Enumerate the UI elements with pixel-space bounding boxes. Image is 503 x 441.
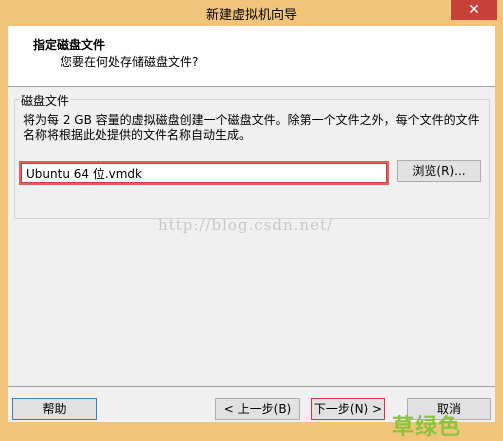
group-label: 磁盘文件: [19, 92, 72, 109]
wizard-body: 指定磁盘文件 您要在何处存储磁盘文件? 磁盘文件 将为每 2 GB 容量的虚拟磁…: [8, 26, 495, 440]
title-bar: 新建虚拟机向导 ✕: [0, 0, 503, 26]
disk-file-group: 磁盘文件 将为每 2 GB 容量的虚拟磁盘创建一个磁盘文件。除第一个文件之外，每…: [14, 92, 490, 219]
window-title: 新建虚拟机向导: [205, 8, 297, 23]
help-button[interactable]: 帮助: [12, 398, 97, 420]
new-vm-wizard-window: 新建虚拟机向导 ✕ 指定磁盘文件 您要在何处存储磁盘文件? 磁盘文件 将为每 2…: [0, 0, 503, 440]
page-subtitle: 您要在何处存储磁盘文件?: [60, 55, 199, 69]
watermark-text: http://blog.csdn.net/: [158, 216, 334, 234]
browse-button[interactable]: 浏览(R)...: [397, 160, 481, 182]
next-button[interactable]: 下一步(N) >: [311, 398, 385, 420]
stamp-text: 草绿色: [392, 415, 462, 440]
page-title: 指定磁盘文件: [33, 38, 106, 52]
back-button[interactable]: < 上一步(B): [215, 398, 300, 420]
footer-separator: [8, 386, 495, 387]
disk-file-input[interactable]: [19, 161, 389, 185]
close-button[interactable]: ✕: [451, 0, 497, 20]
wizard-header: 指定磁盘文件 您要在何处存储磁盘文件?: [8, 26, 495, 87]
group-description: 将为每 2 GB 容量的虚拟磁盘创建一个磁盘文件。除第一个文件之外，每个文件的文…: [23, 113, 480, 142]
